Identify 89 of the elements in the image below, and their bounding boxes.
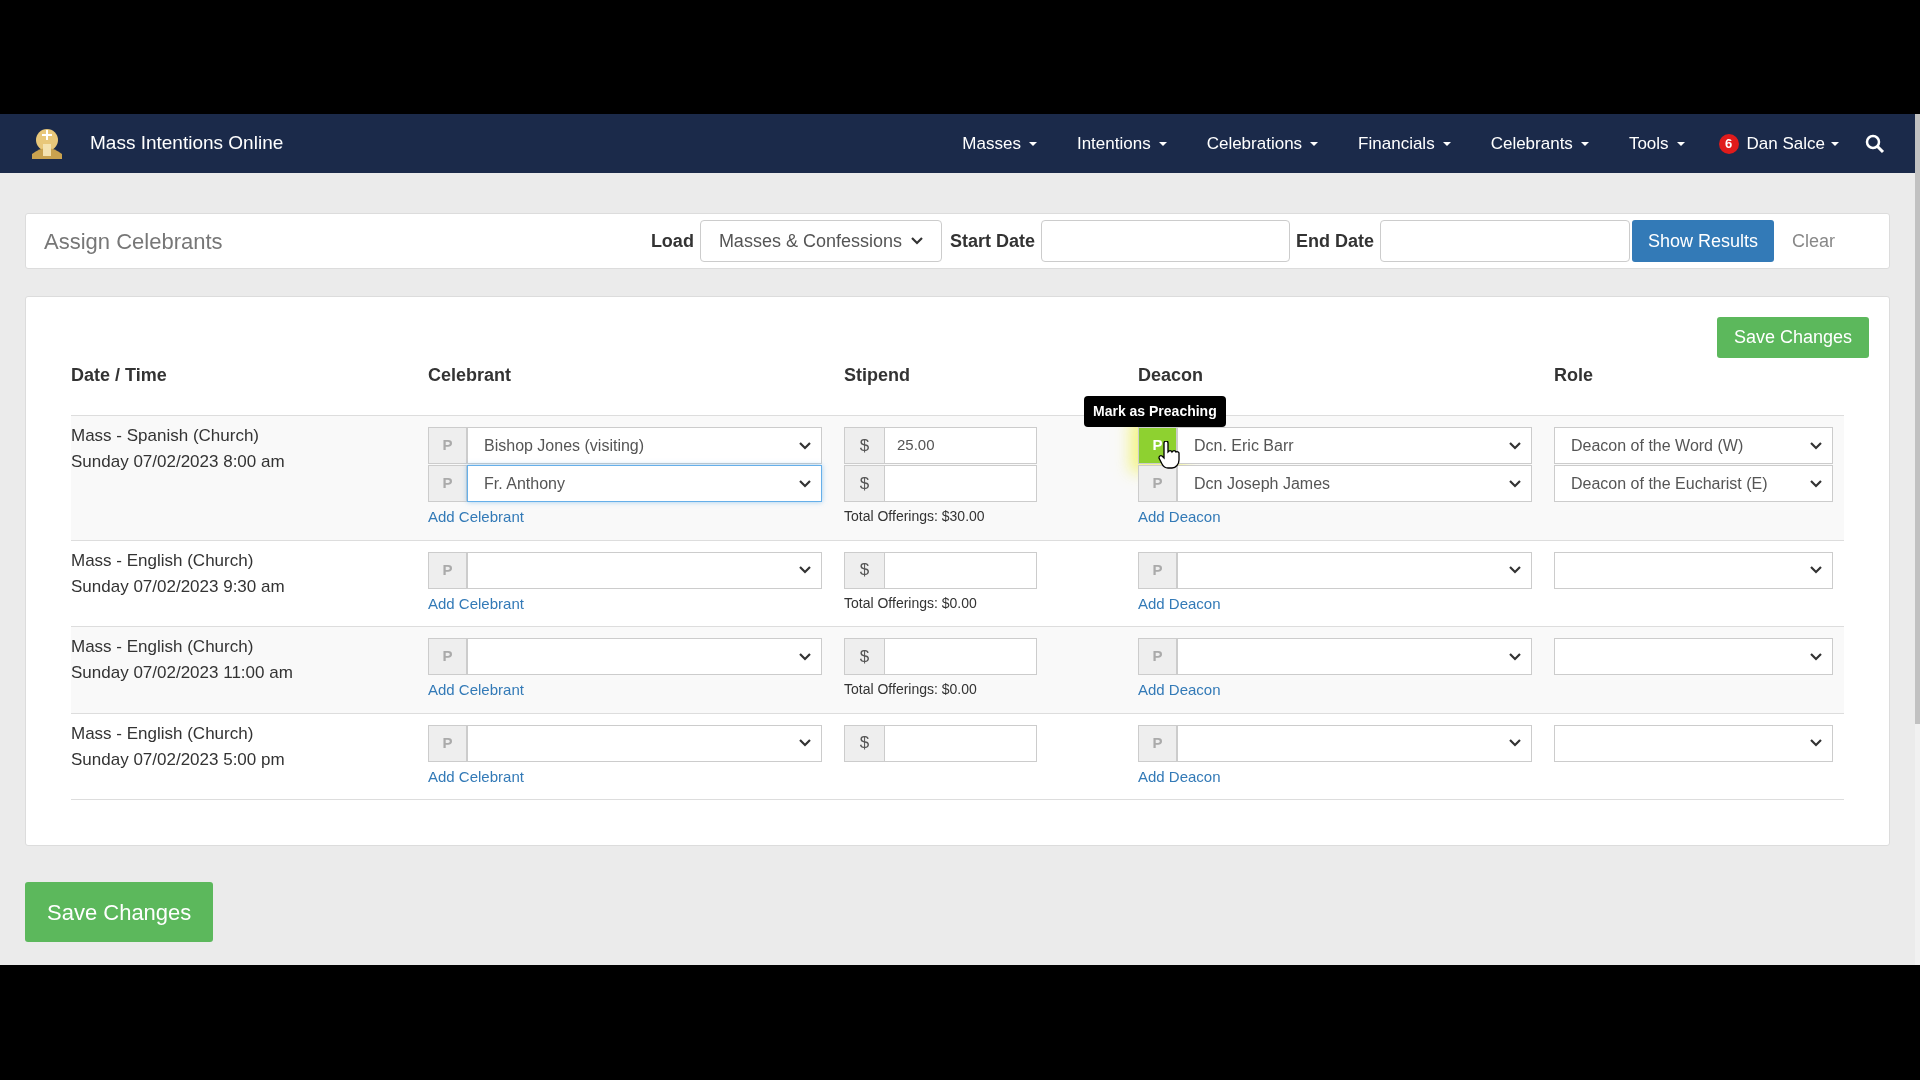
caret-icon <box>1509 566 1521 574</box>
column-header: Date / Time <box>71 365 167 385</box>
nav-menu[interactable]: Tools <box>1628 130 1685 157</box>
panel-title: Assign Celebrants <box>44 227 223 256</box>
stipend-field[interactable]: $ 25.00 <box>844 427 1037 464</box>
caret-icon <box>1831 141 1839 146</box>
field-label: End Date <box>1295 229 1374 253</box>
add-celebrant-link[interactable]: Add Celebrant <box>428 506 524 529</box>
field-label: Start Date <box>949 229 1035 253</box>
caret-icon <box>799 441 811 450</box>
caret-icon <box>1509 652 1521 661</box>
celebrant-select[interactable]: Bishop Jones (visiting) <box>467 427 822 464</box>
total-offerings: Total Offerings: $0.00 <box>844 680 977 699</box>
caret-icon <box>1676 141 1685 146</box>
add-deacon-link[interactable]: Add Deacon <box>1138 679 1221 702</box>
search-icon[interactable] <box>1865 133 1885 154</box>
add-celebrant-link[interactable]: Add Celebrant <box>428 765 524 788</box>
caret-icon <box>1509 441 1521 450</box>
user-menu[interactable]: 6 Dan Salce <box>1718 130 1839 157</box>
nav-menu[interactable]: Masses <box>962 130 1037 157</box>
stipend-field[interactable]: $ <box>844 465 1037 502</box>
celebrant-select[interactable]: Fr. Anthony <box>467 465 822 502</box>
mass-date: Sunday 07/02/2023 9:30 am <box>71 575 286 598</box>
mass-date: Sunday 07/02/2023 11:00 am <box>71 662 294 684</box>
caret-icon <box>1509 479 1521 488</box>
nav-menu[interactable]: Intentions <box>1076 130 1167 157</box>
deacon-select[interactable] <box>1177 724 1532 762</box>
caret-icon <box>799 739 811 747</box>
caret-icon <box>799 479 811 488</box>
nav-menu[interactable]: Celebrants <box>1490 130 1589 157</box>
mass-title: Mass - English (Church) <box>71 722 255 745</box>
caret-icon <box>1810 479 1822 488</box>
end-date-field[interactable] <box>1379 220 1630 262</box>
deacon-select[interactable] <box>1177 638 1532 675</box>
total-offerings: Total Offerings: $30.00 <box>844 507 985 526</box>
column-header: Deacon <box>1138 365 1204 385</box>
mass-title: Mass - English (Church) <box>71 636 255 658</box>
notification-badge: 6 <box>1718 133 1739 154</box>
role-select[interactable] <box>1554 551 1833 589</box>
caret-icon <box>1158 141 1167 146</box>
brand-title[interactable]: Mass Intentions Online <box>90 129 284 158</box>
caret-icon <box>1810 441 1822 450</box>
field-label: Load <box>650 229 694 253</box>
mass-title: Mass - English (Church) <box>71 549 255 572</box>
caret-icon <box>1310 141 1319 146</box>
role-select[interactable]: Deacon of the Eucharist (E) <box>1554 465 1833 502</box>
column-header: Stipend <box>844 365 910 385</box>
caret-icon <box>1580 141 1589 146</box>
celebrant-select[interactable] <box>467 638 822 675</box>
stipend-field[interactable]: $ <box>844 638 1037 675</box>
caret-icon <box>1810 739 1822 747</box>
celebrant-select[interactable] <box>467 551 822 589</box>
add-celebrant-link[interactable]: Add Celebrant <box>428 679 524 702</box>
save-changes-button[interactable]: Save Changes <box>1716 317 1869 358</box>
start-date-field[interactable] <box>1040 220 1290 262</box>
role-select[interactable] <box>1554 724 1833 762</box>
caret-icon <box>1810 652 1822 661</box>
mass-title: Mass - Spanish (Church) <box>71 425 260 447</box>
column-header: Role <box>1554 365 1593 385</box>
caret-icon <box>1509 739 1521 747</box>
add-deacon-link[interactable]: Add Deacon <box>1138 592 1221 615</box>
clear-button[interactable]: Clear <box>1774 220 1853 262</box>
save-changes-button[interactable]: Save Changes <box>25 882 214 942</box>
caret-icon <box>1442 141 1451 146</box>
stipend-field[interactable]: $ <box>844 724 1037 762</box>
add-deacon-link[interactable]: Add Deacon <box>1138 765 1221 788</box>
caret-icon <box>1028 141 1037 146</box>
show-results-button[interactable]: Show Results <box>1631 220 1774 262</box>
stipend-field[interactable]: $ <box>844 551 1037 589</box>
caret-icon <box>1810 566 1822 574</box>
total-offerings: Total Offerings: $0.00 <box>844 593 977 613</box>
role-select[interactable]: Deacon of the Word (W) <box>1554 427 1833 464</box>
mass-date: Sunday 07/02/2023 8:00 am <box>71 451 286 473</box>
role-select[interactable] <box>1554 638 1833 675</box>
caret-icon <box>910 237 923 245</box>
tooltip: Mark as Preaching <box>1084 396 1226 427</box>
mass-date: Sunday 07/02/2023 5:00 pm <box>71 748 286 771</box>
deacon-select[interactable]: Dcn Joseph James <box>1177 465 1532 502</box>
nav-menu[interactable]: Celebrations <box>1206 130 1319 157</box>
celebrant-select[interactable] <box>467 724 822 762</box>
nav-menu[interactable]: Financials <box>1358 130 1451 157</box>
load-select[interactable]: Masses & Confessions <box>699 220 942 262</box>
add-celebrant-link[interactable]: Add Celebrant <box>428 592 524 615</box>
add-deacon-link[interactable]: Add Deacon <box>1138 506 1221 529</box>
deacon-select[interactable]: Dcn. Eric Barr <box>1177 427 1532 464</box>
deacon-select[interactable] <box>1177 551 1532 589</box>
caret-icon <box>799 652 811 661</box>
caret-icon <box>799 566 811 574</box>
column-header: Celebrant <box>428 365 512 385</box>
